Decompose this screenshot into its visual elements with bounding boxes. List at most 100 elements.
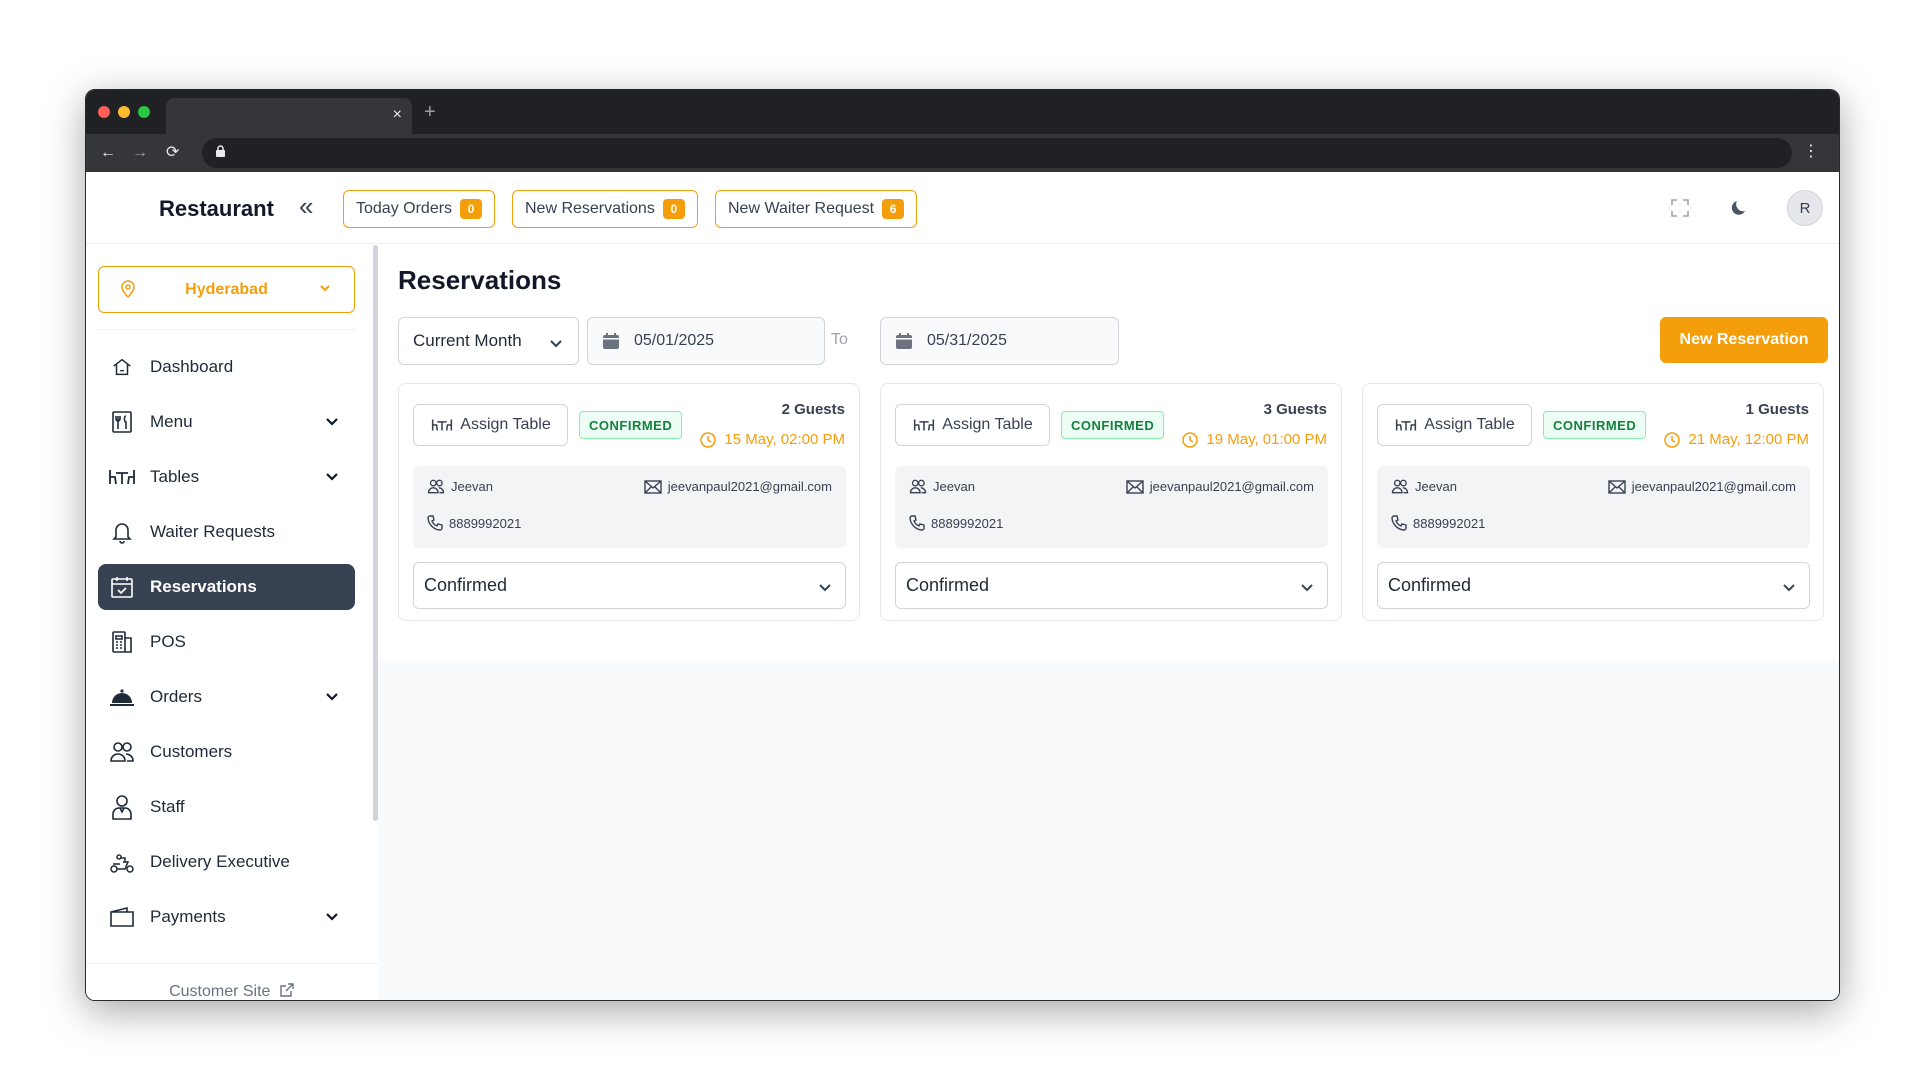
phone-icon xyxy=(427,515,443,531)
minimize-window-dot[interactable] xyxy=(118,106,130,118)
new-waiter-request-count: 6 xyxy=(882,199,905,219)
mail-icon xyxy=(1608,479,1626,494)
fullscreen-icon[interactable] xyxy=(1666,194,1694,222)
customer-name: Jeevan xyxy=(427,479,493,494)
customer-name-text: Jeevan xyxy=(451,479,493,494)
home-icon xyxy=(108,353,136,381)
sidebar-item-orders[interactable]: Orders xyxy=(98,674,355,720)
reservation-datetime: 19 May, 01:00 PM xyxy=(1206,431,1327,448)
browser-menu-icon[interactable]: ⋮ xyxy=(1803,143,1819,161)
assign-table-label: Assign Table xyxy=(942,416,1033,433)
location-select[interactable]: Hyderabad xyxy=(98,266,355,313)
customer-info: Jeevan jeevanpaul2021@gmail.com 88899920… xyxy=(413,466,846,548)
new-reservation-button[interactable]: New Reservation xyxy=(1660,317,1828,363)
external-link-icon xyxy=(280,983,294,997)
date-range-select[interactable]: Current Month xyxy=(398,317,579,365)
new-reservations-button[interactable]: New Reservations 0 xyxy=(512,190,698,228)
cloche-icon xyxy=(108,683,136,711)
reservation-time: 19 May, 01:00 PM xyxy=(1182,431,1327,448)
customer-email-text: jeevanpaul2021@gmail.com xyxy=(1149,479,1314,494)
to-label: To xyxy=(831,331,848,348)
sidebar-item-label: Delivery Executive xyxy=(150,852,290,871)
mail-icon xyxy=(1126,479,1144,494)
today-orders-button[interactable]: Today Orders 0 xyxy=(343,190,496,228)
assign-table-label: Assign Table xyxy=(460,416,551,433)
assign-table-button[interactable]: Assign Table xyxy=(1377,404,1532,446)
sidebar-item-label: Menu xyxy=(150,412,193,431)
reservation-status-select[interactable]: Confirmed xyxy=(413,562,846,609)
sidebar-item-label: Orders xyxy=(150,687,202,706)
reservation-status-value: Confirmed xyxy=(1388,575,1472,595)
sidebar-item-label: Tables xyxy=(150,467,200,486)
sidebar-item-delivery-executive[interactable]: Delivery Executive xyxy=(98,839,355,885)
browser-tab-strip: × + xyxy=(86,90,1839,134)
sidebar-item-menu[interactable]: Menu xyxy=(98,399,355,445)
users-icon xyxy=(427,479,445,494)
dark-mode-icon[interactable] xyxy=(1726,194,1754,222)
sidebar-item-label: Customers xyxy=(150,742,233,761)
customer-email-text: jeevanpaul2021@gmail.com xyxy=(1631,479,1796,494)
new-waiter-request-button[interactable]: New Waiter Request 6 xyxy=(715,190,918,228)
customer-phone-text: 8889992021 xyxy=(449,515,522,531)
reservation-card: Assign Table CONFIRMED 3 Guests 19 May, … xyxy=(880,383,1342,621)
customer-site-link[interactable]: Customer Site xyxy=(86,963,378,1000)
reservation-time: 15 May, 02:00 PM xyxy=(700,431,845,448)
from-date-input[interactable]: 05/01/2025 xyxy=(587,317,825,365)
browser-tab[interactable]: × xyxy=(166,98,412,134)
reservation-card: Assign Table CONFIRMED 2 Guests 15 May, … xyxy=(398,383,860,621)
collapse-sidebar-icon[interactable]: « xyxy=(299,193,313,219)
browser-window: × + ← → ⟳ ⋮ Restaurant « Today Orders 0 … xyxy=(85,89,1840,1001)
map-pin-icon xyxy=(121,280,135,298)
sidebar-item-dashboard[interactable]: Dashboard xyxy=(98,344,355,390)
avatar[interactable]: R xyxy=(1787,190,1823,226)
menu-book-icon xyxy=(108,408,136,436)
to-date-input[interactable]: 05/31/2025 xyxy=(880,317,1119,365)
sidebar-item-label: Payments xyxy=(150,907,226,926)
mail-icon xyxy=(644,479,662,494)
clock-icon xyxy=(700,431,717,448)
tab-close-icon[interactable]: × xyxy=(393,106,402,124)
customer-phone: 8889992021 xyxy=(427,515,521,531)
customer-site-label: Customer Site xyxy=(169,983,271,1000)
address-bar[interactable] xyxy=(202,138,1792,168)
status-badge: CONFIRMED xyxy=(1543,411,1647,439)
sidebar-item-reservations[interactable]: Reservations xyxy=(98,564,355,610)
customer-info: Jeevan jeevanpaul2021@gmail.com 88899920… xyxy=(895,466,1328,548)
sidebar-item-customers[interactable]: Customers xyxy=(98,729,355,775)
back-icon[interactable]: ← xyxy=(100,144,116,162)
assign-table-button[interactable]: Assign Table xyxy=(895,404,1050,446)
sidebar-item-tables[interactable]: Tables xyxy=(98,454,355,500)
brand-name: Restaurant xyxy=(159,196,274,221)
date-range-value: Current Month xyxy=(413,331,522,350)
guest-count: 1 Guests xyxy=(1745,401,1809,418)
calendar-check-icon xyxy=(108,573,136,601)
sidebar-item-label: POS xyxy=(150,632,186,651)
customer-email: jeevanpaul2021@gmail.com xyxy=(644,479,832,494)
customer-name: Jeevan xyxy=(909,479,975,494)
staff-icon xyxy=(108,793,136,821)
customer-phone: 8889992021 xyxy=(1391,515,1485,531)
reservation-status-select[interactable]: Confirmed xyxy=(895,562,1328,609)
new-reservations-count: 0 xyxy=(662,199,685,219)
assign-table-button[interactable]: Assign Table xyxy=(413,404,568,446)
sidebar-divider xyxy=(98,329,355,330)
new-tab-icon[interactable]: + xyxy=(424,102,436,122)
page-title: Reservations xyxy=(398,265,562,295)
users-icon xyxy=(108,738,136,766)
sidebar-item-staff[interactable]: Staff xyxy=(98,784,355,830)
reservation-datetime: 21 May, 12:00 PM xyxy=(1688,431,1809,448)
customer-email-text: jeevanpaul2021@gmail.com xyxy=(667,479,832,494)
new-reservations-label: New Reservations xyxy=(525,200,655,217)
table-icon xyxy=(108,463,136,491)
reload-icon[interactable]: ⟳ xyxy=(166,144,179,162)
reservation-status-select[interactable]: Confirmed xyxy=(1377,562,1810,609)
sidebar-item-pos[interactable]: POS xyxy=(98,619,355,665)
sidebar-item-payments[interactable]: Payments xyxy=(98,894,355,940)
browser-toolbar: ← → ⟳ ⋮ xyxy=(86,134,1839,172)
maximize-window-dot[interactable] xyxy=(138,106,150,118)
sidebar-item-label: Staff xyxy=(150,797,185,816)
close-window-dot[interactable] xyxy=(98,106,110,118)
sidebar-item-waiter-requests[interactable]: Waiter Requests xyxy=(98,509,355,555)
reservations-panel: Reservations Current Month 05/01/2025 To… xyxy=(378,245,1839,661)
forward-icon[interactable]: → xyxy=(132,144,148,162)
